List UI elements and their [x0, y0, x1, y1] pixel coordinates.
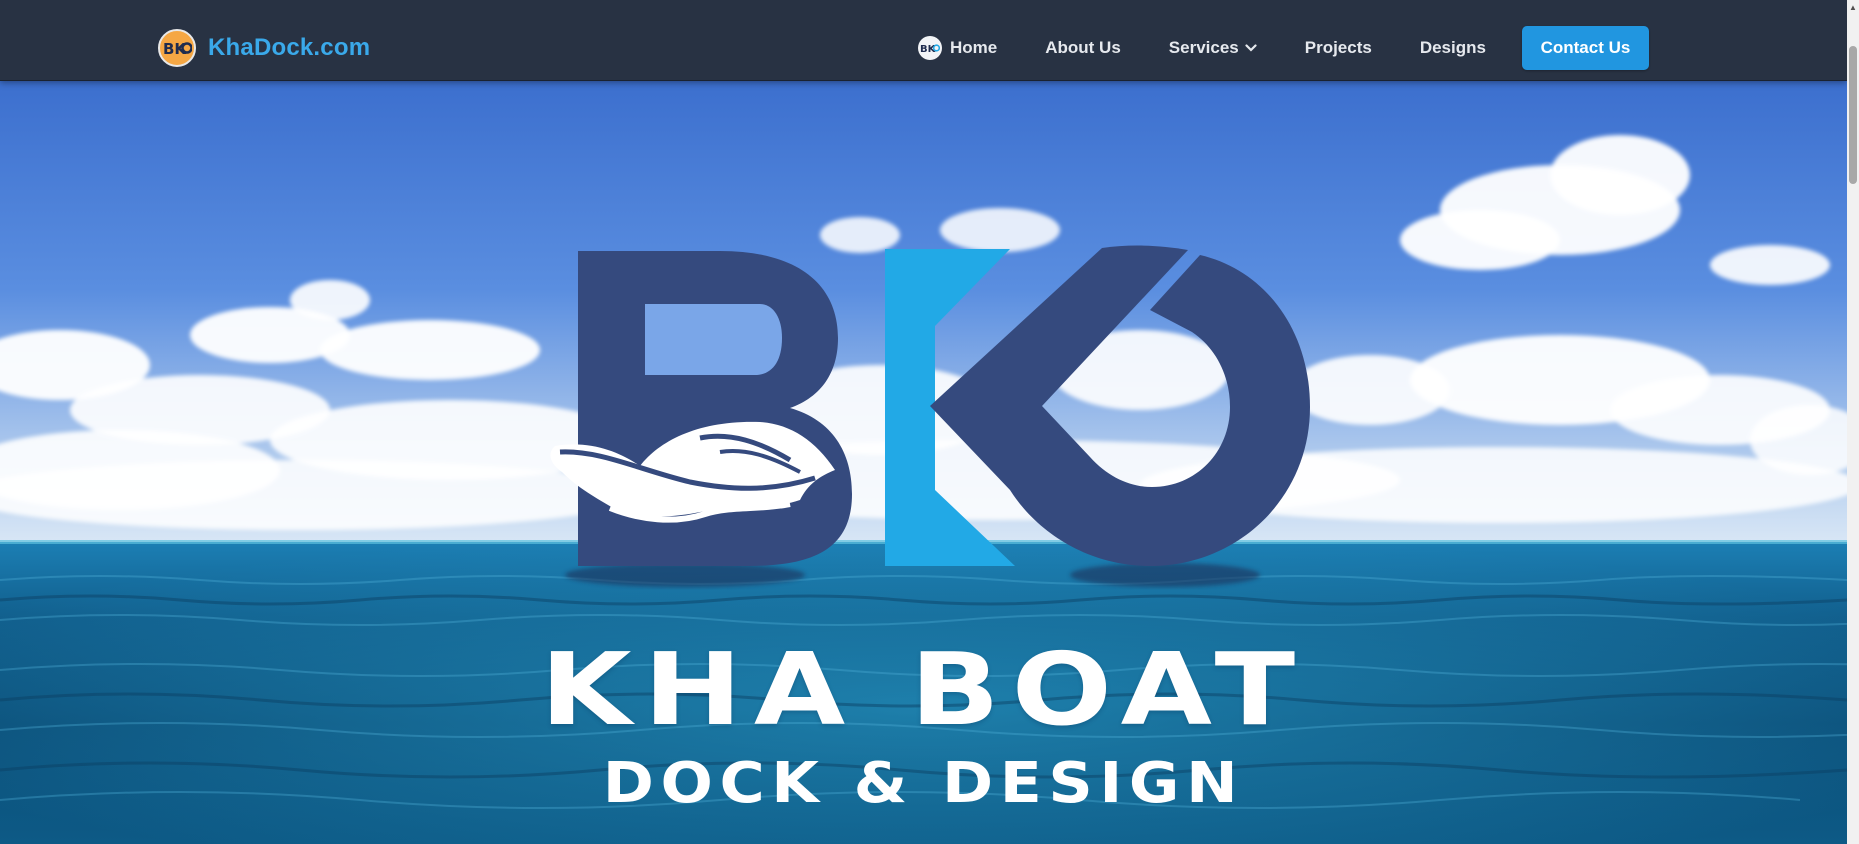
hero-title: KHA BOAT	[540, 631, 1307, 748]
home-logo-icon: BK	[918, 36, 942, 60]
contact-us-button[interactable]: Contact Us	[1521, 26, 1649, 70]
nav-services-label: Services	[1168, 38, 1239, 57]
scroll-up-arrow-icon[interactable]: ▲	[1847, 0, 1859, 14]
chevron-down-icon	[1245, 44, 1257, 52]
brand[interactable]: BK KhaDock.com	[158, 28, 370, 68]
nav-projects-link[interactable]: Projects	[1305, 38, 1372, 58]
hero-subtitle: DOCK & DESIGN	[602, 751, 1245, 816]
hero-text: KHA BOAT DOCK & DESIGN	[0, 80, 1847, 844]
nav-about-link[interactable]: About Us	[1045, 38, 1121, 58]
top-navbar: BK KhaDock.com BK Home About Us Services…	[0, 0, 1847, 81]
nav-designs-link[interactable]: Designs	[1420, 38, 1486, 58]
brand-name[interactable]: KhaDock.com	[208, 34, 370, 62]
nav-home-label: Home	[950, 38, 998, 57]
nav-services-dropdown[interactable]: Services	[1169, 38, 1257, 58]
nav-menu: BK Home About Us Services Projects Desig…	[918, 26, 1649, 70]
hero-section: KHA BOAT DOCK & DESIGN	[0, 80, 1847, 844]
nav-home-link[interactable]: BK Home	[918, 36, 997, 60]
scrollbar-thumb[interactable]	[1849, 46, 1857, 184]
bk-logo-icon[interactable]: BK	[158, 29, 196, 67]
page-scrollbar[interactable]: ▲	[1847, 0, 1859, 844]
